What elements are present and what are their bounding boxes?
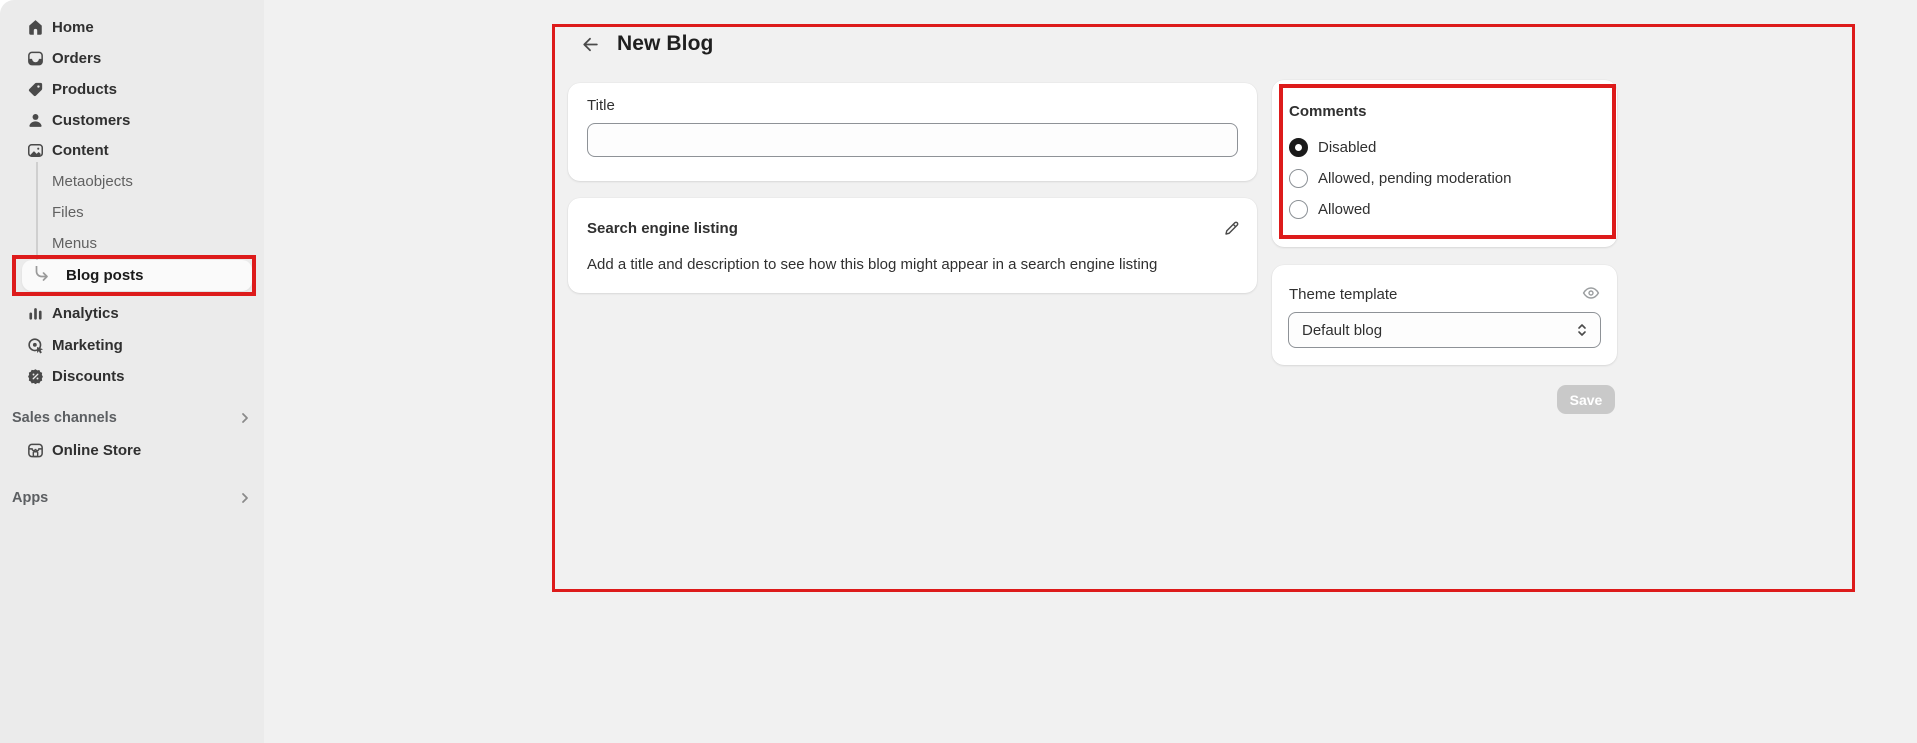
radio-option-allowed[interactable]: Allowed <box>1289 197 1371 221</box>
section-label: Sales channels <box>12 410 117 426</box>
sidebar-item-marketing[interactable]: Marketing <box>8 330 256 360</box>
radio-button[interactable] <box>1289 200 1308 219</box>
sidebar-item-label: Analytics <box>52 305 119 322</box>
sidebar-item-content[interactable]: Content <box>8 135 256 165</box>
chevron-right-icon <box>238 411 252 425</box>
sidebar-item-label: Menus <box>52 235 97 252</box>
save-button[interactable]: Save <box>1557 385 1615 414</box>
page-header: New Blog <box>578 30 713 58</box>
sidebar-item-label: Online Store <box>52 442 141 459</box>
content-icon <box>25 140 45 160</box>
theme-template-label: Theme template <box>1289 286 1397 303</box>
radio-button-selected[interactable] <box>1289 138 1308 157</box>
select-value: Default blog <box>1302 322 1382 339</box>
radio-option-disabled[interactable]: Disabled <box>1289 135 1376 159</box>
content-subnav-tree-line <box>36 162 38 264</box>
sidebar-item-label: Home <box>52 19 94 36</box>
radio-label: Disabled <box>1318 139 1376 156</box>
sidebar-section-sales-channels[interactable]: Sales channels <box>12 404 252 432</box>
seo-card-description: Add a title and description to see how t… <box>587 256 1157 273</box>
return-arrow-icon <box>30 266 52 288</box>
sidebar-item-blog-posts[interactable]: Blog posts <box>22 260 252 291</box>
title-card: Title <box>568 83 1257 181</box>
comments-card: Comments Disabled Allowed, pending moder… <box>1272 80 1617 247</box>
theme-template-select[interactable]: Default blog <box>1288 312 1601 348</box>
sidebar-item-label: Files <box>52 204 84 221</box>
sidebar-item-discounts[interactable]: Discounts <box>8 361 256 391</box>
orders-icon <box>25 48 45 68</box>
title-input[interactable] <box>587 123 1238 157</box>
sidebar-item-label: Customers <box>52 112 130 129</box>
sidebar-section-apps[interactable]: Apps <box>12 484 252 512</box>
sidebar-item-analytics[interactable]: Analytics <box>8 298 256 328</box>
sidebar-item-products[interactable]: Products <box>8 74 256 104</box>
sidebar-item-files[interactable]: Files <box>8 197 256 227</box>
sidebar-item-label: Metaobjects <box>52 173 133 190</box>
sidebar-item-label: Discounts <box>52 368 125 385</box>
title-field-label: Title <box>587 97 615 114</box>
sidebar-item-label: Content <box>52 142 109 159</box>
seo-card-title: Search engine listing <box>587 220 738 237</box>
sidebar-item-metaobjects[interactable]: Metaobjects <box>8 166 256 196</box>
back-arrow-icon[interactable] <box>578 33 600 55</box>
analytics-icon <box>25 303 45 323</box>
radio-label: Allowed, pending moderation <box>1318 170 1511 187</box>
sidebar-item-label: Marketing <box>52 337 123 354</box>
sidebar-item-home[interactable]: Home <box>8 12 256 42</box>
sidebar: Home Orders Products Customers Content <box>0 0 264 743</box>
radio-label: Allowed <box>1318 201 1371 218</box>
page-title: New Blog <box>617 32 713 56</box>
pencil-edit-icon[interactable] <box>1220 217 1242 239</box>
theme-template-card: Theme template Default blog <box>1272 265 1617 365</box>
marketing-icon <box>25 335 45 355</box>
storefront-icon <box>25 440 45 460</box>
radio-option-allowed-pending-moderation[interactable]: Allowed, pending moderation <box>1289 166 1511 190</box>
sidebar-item-online-store[interactable]: Online Store <box>8 435 256 465</box>
discounts-icon <box>25 366 45 386</box>
select-updown-chevron-icon <box>1576 322 1588 338</box>
section-label: Apps <box>12 490 48 506</box>
radio-button[interactable] <box>1289 169 1308 188</box>
sidebar-item-label: Products <box>52 81 117 98</box>
sidebar-item-label: Orders <box>52 50 101 67</box>
products-icon <box>25 79 45 99</box>
sidebar-item-menus[interactable]: Menus <box>8 228 256 258</box>
shopify-admin-new-blog-page: Home Orders Products Customers Content <box>0 0 1917 743</box>
home-icon <box>25 17 45 37</box>
chevron-right-icon <box>238 491 252 505</box>
eye-icon <box>1580 282 1602 304</box>
comments-card-title: Comments <box>1289 103 1367 120</box>
sidebar-item-orders[interactable]: Orders <box>8 43 256 73</box>
customers-icon <box>25 110 45 130</box>
sidebar-item-customers[interactable]: Customers <box>8 105 256 135</box>
search-engine-listing-card: Search engine listing Add a title and de… <box>568 198 1257 293</box>
sidebar-item-label: Blog posts <box>66 267 144 284</box>
